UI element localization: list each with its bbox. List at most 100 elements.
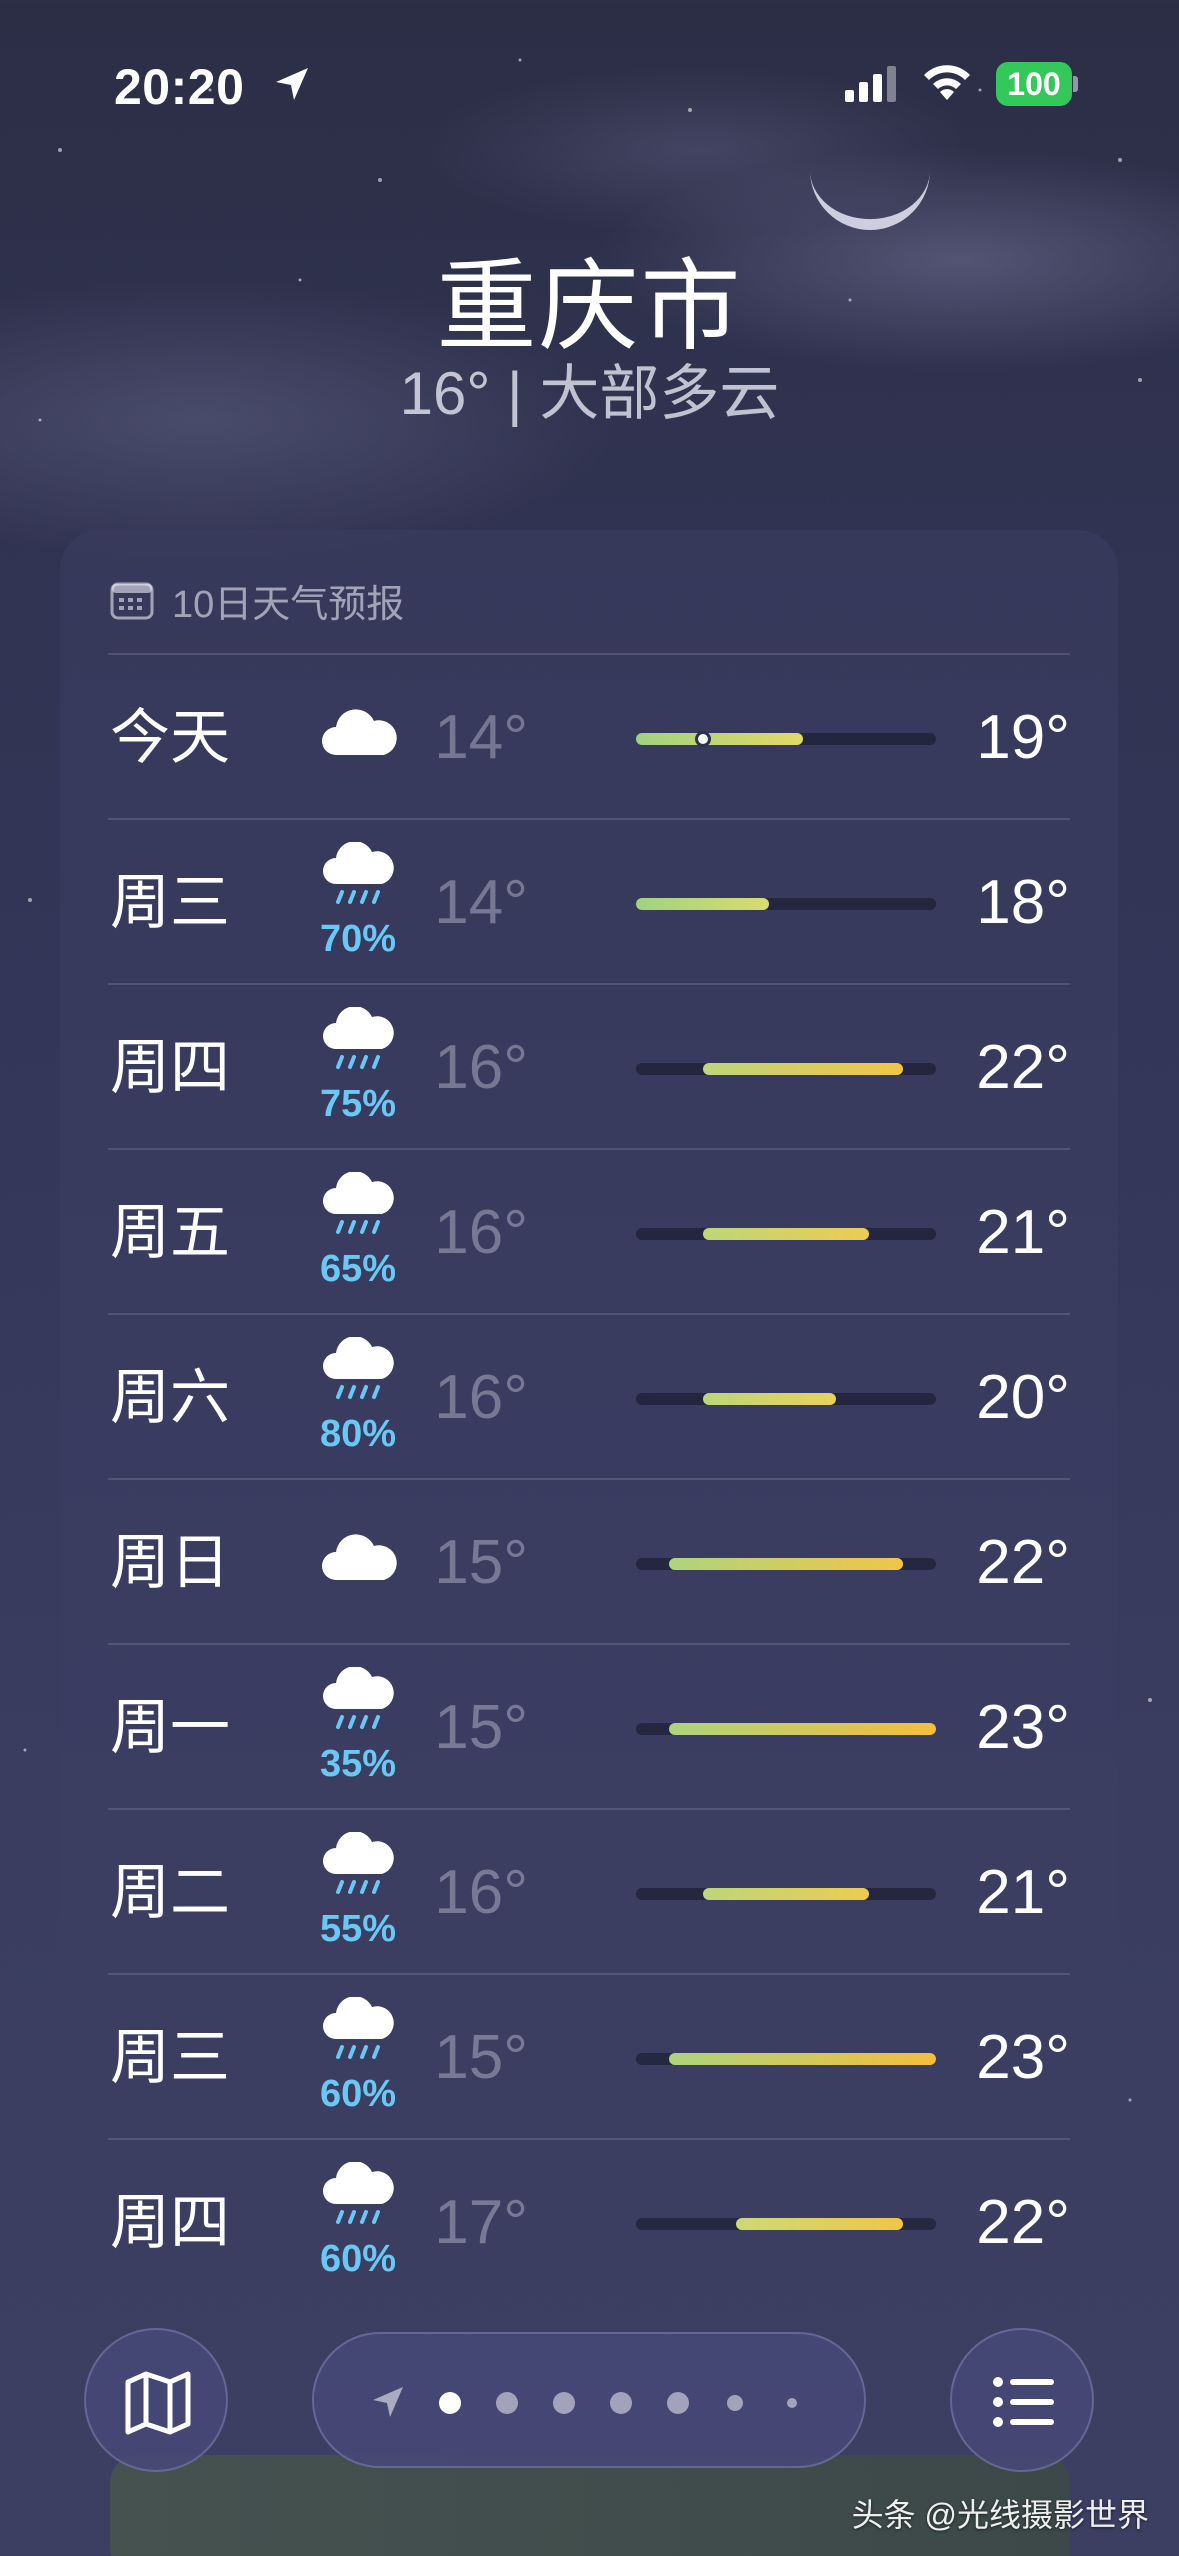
page-dot[interactable] — [610, 2392, 632, 2414]
forecast-row: 今天 14° 19° — [108, 653, 1070, 818]
forecast-row: 周四 60% 17° 22° — [108, 2138, 1070, 2303]
calendar-icon — [110, 582, 154, 620]
temp-range-bar — [636, 731, 936, 747]
temp-range-fill — [702, 1888, 870, 1900]
page-indicator[interactable] — [312, 2332, 866, 2468]
temp-range-fill — [636, 898, 770, 910]
status-bar: 20:20 100 — [0, 52, 1179, 122]
forecast-row: 周六 80% 16° 20° — [108, 1313, 1070, 1478]
low-temp: 14° — [434, 703, 528, 772]
current-temp-marker — [694, 731, 711, 747]
battery-tip — [1073, 76, 1078, 92]
temp-range-bar — [636, 1558, 936, 1570]
forecast-day: 周三 — [110, 869, 230, 936]
watermark: 头条 @光线摄影世界 — [851, 2497, 1149, 2533]
low-temp: 16° — [434, 1198, 528, 1267]
forecast-row: 周日 15° 22° — [108, 1478, 1070, 1643]
low-temp: 15° — [434, 1693, 528, 1762]
temp-range-fill — [702, 1228, 870, 1240]
temp-range-bar — [636, 2218, 936, 2230]
map-icon — [125, 2371, 191, 2435]
low-temp: 16° — [434, 1363, 528, 1432]
page-dot[interactable] — [727, 2395, 743, 2411]
temp-range-bar — [636, 898, 936, 910]
list-icon — [993, 2377, 1054, 2427]
forecast-day: 周三 — [110, 2024, 230, 2091]
cloud-rain-icon — [318, 1006, 400, 1077]
precip-chance: 55% — [319, 1908, 397, 1950]
cloud-rain-icon — [318, 1996, 400, 2067]
forecast-day: 周二 — [110, 1859, 230, 1926]
temp-range-fill — [702, 1063, 903, 1075]
temp-range-fill — [669, 1723, 936, 1735]
temp-range-fill — [736, 2218, 903, 2230]
ten-day-forecast-card[interactable]: 10日天气预报 今天 14° 19° 周三 70% 14° 18° 周四 75% 16° 22° 周五… — [60, 530, 1118, 2330]
high-temp: 20° — [976, 1363, 1070, 1432]
card-header: 10日天气预报 — [110, 570, 404, 630]
low-temp: 16° — [434, 1033, 528, 1102]
temp-range-fill — [669, 2053, 936, 2065]
temp-range-bar — [636, 1393, 936, 1405]
current-conditions: 16° | 大部多云 — [399, 360, 780, 427]
status-time: 20:20 — [114, 59, 245, 115]
bottom-toolbar — [0, 2320, 1179, 2480]
low-temp: 15° — [434, 1528, 528, 1597]
precip-chance: 35% — [319, 1743, 397, 1785]
page-dot[interactable] — [667, 2392, 689, 2414]
cloud-icon — [318, 1532, 400, 1602]
high-temp: 22° — [976, 1033, 1070, 1102]
page-dot[interactable] — [553, 2392, 575, 2414]
high-temp: 22° — [976, 1528, 1070, 1597]
precip-chance: 65% — [319, 1248, 397, 1290]
forecast-title: 10日天气预报 — [172, 583, 405, 626]
page-dot[interactable] — [439, 2392, 461, 2414]
high-temp: 18° — [976, 868, 1070, 937]
page-dot[interactable] — [787, 2398, 797, 2408]
temp-range-bar — [636, 1063, 936, 1075]
page-dot[interactable] — [496, 2392, 518, 2414]
location-arrow-icon — [276, 68, 308, 100]
temp-range-fill — [702, 1393, 836, 1405]
temp-range-bar — [636, 1228, 936, 1240]
locations-list-button[interactable] — [950, 2328, 1094, 2472]
temp-range-fill — [669, 1558, 903, 1570]
temp-range-bar — [636, 1888, 936, 1900]
forecast-day: 今天 — [110, 704, 230, 771]
precip-chance: 60% — [319, 2238, 397, 2280]
forecast-day: 周日 — [110, 1529, 230, 1596]
forecast-day: 周四 — [110, 1034, 230, 1101]
low-temp: 17° — [434, 2188, 528, 2257]
forecast-day: 周六 — [110, 1364, 230, 1431]
cloud-rain-icon — [318, 1666, 400, 1737]
low-temp: 14° — [434, 868, 528, 937]
precip-chance: 60% — [319, 2073, 397, 2115]
forecast-day: 周四 — [110, 2189, 230, 2256]
cloud-rain-icon — [318, 1171, 400, 1242]
high-temp: 22° — [976, 2188, 1070, 2257]
forecast-row: 周三 70% 14° 18° — [108, 818, 1070, 983]
precip-chance: 80% — [319, 1413, 397, 1455]
precip-chance: 75% — [319, 1083, 397, 1125]
forecast-day: 周一 — [110, 1694, 230, 1761]
cloud-rain-icon — [318, 1336, 400, 1407]
temp-range-fill — [636, 733, 803, 745]
current-location-arrow-icon — [373, 2387, 403, 2417]
cloud-rain-icon — [318, 2161, 400, 2232]
cloud-rain-icon — [318, 841, 400, 912]
high-temp: 21° — [976, 1198, 1070, 1267]
temp-range-bar — [636, 2053, 936, 2065]
forecast-row: 周一 35% 15° 23° — [108, 1643, 1070, 1808]
forecast-row: 周五 65% 16° 21° — [108, 1148, 1070, 1313]
temp-range-bar — [636, 1723, 936, 1735]
low-temp: 16° — [434, 1858, 528, 1927]
forecast-day: 周五 — [110, 1199, 230, 1266]
battery-level: 100 — [996, 62, 1072, 106]
low-temp: 15° — [434, 2023, 528, 2092]
map-button[interactable] — [84, 2328, 228, 2472]
cloud-rain-icon — [318, 1831, 400, 1902]
high-temp: 23° — [976, 1693, 1070, 1762]
high-temp: 23° — [976, 2023, 1070, 2092]
high-temp: 19° — [976, 703, 1070, 772]
battery-indicator: 100 — [996, 62, 1078, 106]
precip-chance: 70% — [319, 918, 397, 960]
